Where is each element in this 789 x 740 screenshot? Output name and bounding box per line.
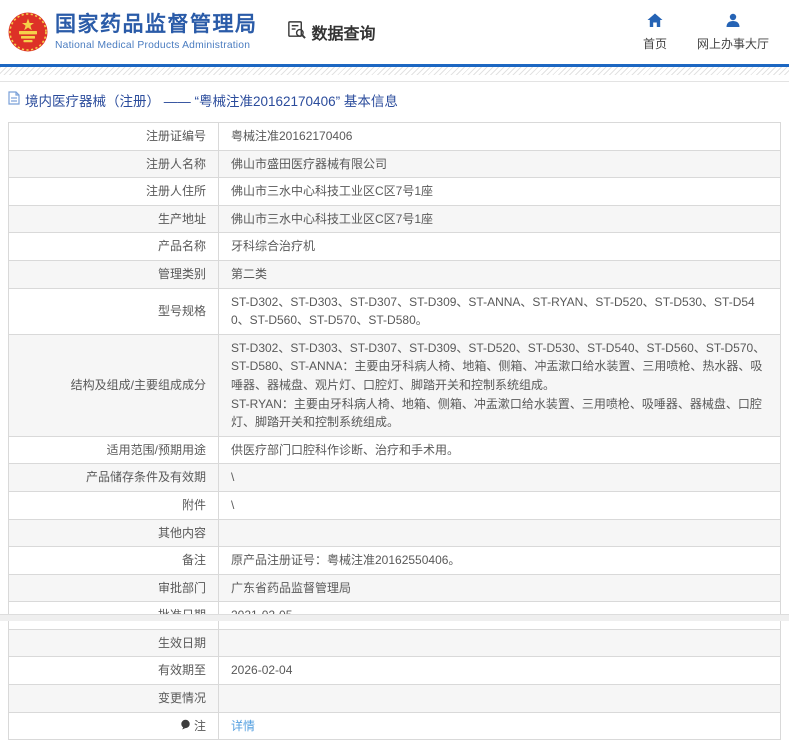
field-label: 注 — [193, 718, 206, 733]
field-label: 型号规格 — [8, 287, 219, 335]
row-attachment: 附件 \ — [8, 490, 781, 520]
row-management-category: 管理类别 第二类 — [8, 259, 781, 289]
nav-service-hall-label: 网上办事大厅 — [696, 36, 769, 51]
row-valid-until: 有效期至 2026-02-04 — [8, 656, 781, 686]
field-value: 第二类 — [218, 259, 781, 289]
row-storage-validity: 产品储存条件及有效期 \ — [8, 463, 781, 492]
data-query-icon — [286, 19, 307, 45]
row-remarks: 备注 原产品注册证号：粤械注准20162550406。 — [8, 546, 781, 575]
field-label: 结构及组成/主要组成成分 — [8, 333, 219, 437]
row-structure-composition: 结构及组成/主要组成成分 ST-D302、ST-D303、ST-D307、ST-… — [8, 333, 781, 437]
document-icon — [8, 90, 20, 110]
hatch-band — [0, 67, 789, 75]
row-other-content: 其他内容 — [8, 518, 781, 548]
note-icon — [180, 717, 191, 736]
details-link[interactable]: 详情 — [231, 719, 255, 733]
registration-info-table: 注册证编号 粤械注准20162170406 注册人名称 佛山市盛田医疗器械有限公… — [8, 122, 781, 740]
field-label: 生效日期 — [8, 628, 219, 658]
field-value: 粤械注准20162170406 — [218, 122, 781, 151]
field-label: 注册人住所 — [8, 177, 219, 206]
field-label: 产品储存条件及有效期 — [8, 463, 219, 492]
field-label: 变更情况 — [8, 684, 219, 713]
field-label: 附件 — [8, 490, 219, 520]
site-title-block: 国家药品监督管理局 National Medical Products Admi… — [55, 13, 258, 50]
field-value: 佛山市盛田医疗器械有限公司 — [218, 149, 781, 179]
field-label: 备注 — [8, 546, 219, 575]
field-label: 有效期至 — [8, 656, 219, 686]
field-value: 广东省药品监督管理局 — [218, 573, 781, 603]
row-production-address: 生产地址 佛山市三水中心科技工业区C区7号1座 — [8, 204, 781, 234]
field-value: ST-D302、ST-D303、ST-D307、ST-D309、ST-ANNA、… — [218, 287, 781, 335]
header-nav: 首页 网上办事大厅 — [643, 13, 775, 52]
field-value: 佛山市三水中心科技工业区C区7号1座 — [218, 177, 781, 206]
row-approval-dept: 审批部门 广东省药品监督管理局 — [8, 573, 781, 603]
breadcrumb-text: 境内医疗器械（注册） —— “粤械注准20162170406” 基本信息 — [25, 94, 398, 109]
field-label: 生产地址 — [8, 204, 219, 234]
row-registrant-name: 注册人名称 佛山市盛田医疗器械有限公司 — [8, 149, 781, 179]
home-icon — [647, 13, 663, 31]
field-value: 牙科综合治疗机 — [218, 232, 781, 261]
field-value — [218, 684, 781, 713]
field-value: \ — [218, 490, 781, 520]
site-title: 国家药品监督管理局 — [55, 13, 258, 37]
row-intended-use: 适用范围/预期用途 供医疗部门口腔科作诊断、治疗和手术用。 — [8, 435, 781, 465]
field-value: ST-D302、ST-D303、ST-D307、ST-D309、ST-D520、… — [218, 333, 781, 437]
header: 国家药品监督管理局 National Medical Products Admi… — [0, 0, 789, 64]
national-emblem-logo — [8, 12, 48, 52]
breadcrumb: 境内医疗器械（注册） —— “粤械注准20162170406” 基本信息 — [0, 81, 789, 119]
field-value — [218, 628, 781, 658]
field-value: 供医疗部门口腔科作诊断、治疗和手术用。 — [218, 435, 781, 465]
nav-home[interactable]: 首页 — [643, 13, 667, 52]
row-effective-date: 生效日期 — [8, 628, 781, 658]
row-product-name: 产品名称 牙科综合治疗机 — [8, 232, 781, 261]
field-value: 原产品注册证号：粤械注准20162550406。 — [218, 546, 781, 575]
field-label: 管理类别 — [8, 259, 219, 289]
row-change-status: 变更情况 — [8, 684, 781, 713]
person-icon — [725, 13, 741, 31]
row-note: 注 详情 — [8, 711, 781, 740]
field-label: 其他内容 — [8, 518, 219, 548]
field-value: \ — [218, 463, 781, 492]
field-label: 注册证编号 — [8, 122, 219, 151]
row-reg-cert-no: 注册证编号 粤械注准20162170406 — [8, 122, 781, 151]
data-query-label: 数据查询 — [311, 26, 376, 43]
row-model-spec: 型号规格 ST-D302、ST-D303、ST-D307、ST-D309、ST-… — [8, 287, 781, 335]
field-value — [218, 518, 781, 548]
field-value: 佛山市三水中心科技工业区C区7号1座 — [218, 204, 781, 234]
site-subtitle: National Medical Products Administration — [55, 39, 251, 51]
nav-home-label: 首页 — [642, 36, 667, 51]
field-label: 产品名称 — [8, 232, 219, 261]
row-registrant-address: 注册人住所 佛山市三水中心科技工业区C区7号1座 — [8, 177, 781, 206]
data-query-tab[interactable]: 数据查询 — [286, 19, 376, 45]
nav-service-hall[interactable]: 网上办事大厅 — [697, 13, 769, 52]
field-value: 2026-02-04 — [218, 656, 781, 686]
field-label: 适用范围/预期用途 — [8, 435, 219, 465]
field-label: 注册人名称 — [8, 149, 219, 179]
footer-strip — [0, 614, 789, 621]
field-label: 审批部门 — [8, 573, 219, 603]
